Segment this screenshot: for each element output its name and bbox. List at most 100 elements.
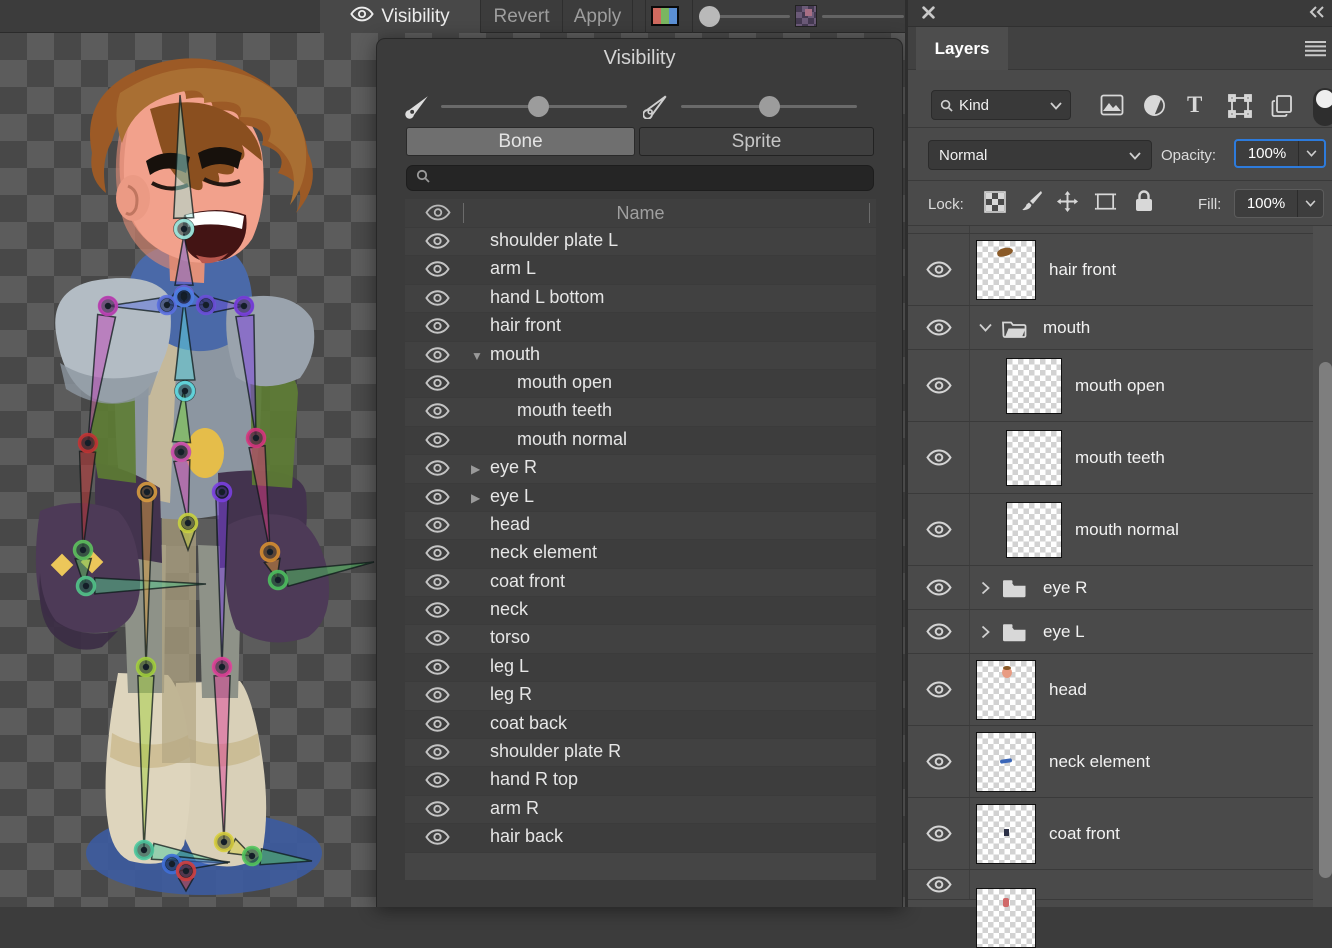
search-input[interactable]: [406, 165, 874, 191]
lock-pixels-brush-icon[interactable]: [1021, 190, 1043, 217]
layer-visibility-toggle[interactable]: [908, 226, 970, 233]
layer-name[interactable]: eye R: [1043, 578, 1087, 598]
bone-opacity-slider-knob[interactable]: [528, 96, 549, 117]
layer-name[interactable]: mouth: [1043, 318, 1090, 338]
visibility-row[interactable]: ▶eye R: [405, 455, 876, 482]
eye-visibility-toggle[interactable]: [425, 687, 451, 705]
visibility-row[interactable]: leg L: [405, 654, 876, 681]
layer-name[interactable]: eye L: [1043, 622, 1085, 642]
layer-name[interactable]: mouth open: [1075, 376, 1165, 396]
expander-closed-icon[interactable]: ▶: [471, 461, 487, 477]
layer-row[interactable]: coat front: [908, 798, 1313, 870]
panel-menu-icon[interactable]: [1304, 40, 1327, 62]
opacity-value[interactable]: 100%: [1236, 141, 1298, 166]
layer-visibility-toggle[interactable]: [908, 610, 970, 653]
blend-mode-dropdown[interactable]: Normal: [928, 140, 1152, 170]
eye-visibility-toggle[interactable]: [425, 602, 451, 620]
eye-visibility-toggle[interactable]: [425, 829, 451, 847]
eye-visibility-toggle[interactable]: [425, 432, 451, 450]
lock-all-icon[interactable]: [1134, 189, 1154, 218]
filter-smart-objects-icon[interactable]: [1271, 94, 1295, 118]
revert-button[interactable]: Revert: [481, 0, 562, 33]
apply-button[interactable]: Apply: [563, 0, 632, 33]
list-header[interactable]: Name: [405, 199, 876, 227]
layer-group-row[interactable]: eye R: [908, 566, 1313, 610]
visibility-row[interactable]: hand L bottom: [405, 285, 876, 312]
visibility-row[interactable]: neck: [405, 597, 876, 624]
fill-dropdown-arrow[interactable]: [1297, 190, 1323, 217]
visibility-row[interactable]: hair back: [405, 824, 876, 851]
layer-name[interactable]: neck element: [1049, 752, 1150, 772]
eye-visibility-toggle[interactable]: [425, 744, 451, 762]
eye-visibility-toggle[interactable]: [425, 489, 451, 507]
layer-name[interactable]: mouth normal: [1075, 520, 1179, 540]
eye-visibility-toggle[interactable]: [425, 545, 451, 563]
tab-bone[interactable]: Bone: [406, 127, 635, 156]
collapse-panel-icon[interactable]: [1308, 5, 1326, 24]
layer-row[interactable]: neck element: [908, 726, 1313, 798]
layer-visibility-toggle[interactable]: [908, 870, 970, 899]
layer-group-row[interactable]: eye L: [908, 610, 1313, 654]
layer-thumbnail[interactable]: [976, 804, 1036, 864]
visibility-tool-tab[interactable]: Visibility: [320, 0, 480, 33]
layer-visibility-toggle[interactable]: [908, 306, 970, 349]
group-collapsed-chevron-icon[interactable]: [978, 580, 993, 595]
visibility-row[interactable]: hand R top: [405, 767, 876, 794]
lock-transparency-icon[interactable]: [984, 191, 1006, 218]
visibility-row[interactable]: mouth teeth: [405, 398, 876, 425]
visibility-row[interactable]: coat back: [405, 711, 876, 738]
layer-group-row[interactable]: mouth: [908, 306, 1313, 350]
eye-visibility-toggle[interactable]: [425, 460, 451, 478]
layer-name[interactable]: head: [1049, 680, 1087, 700]
toolbar-slider-1-track[interactable]: [710, 15, 790, 18]
visibility-row[interactable]: torso: [405, 625, 876, 652]
layer-visibility-toggle[interactable]: [908, 726, 970, 797]
layer-name[interactable]: hair front: [1049, 260, 1116, 280]
visibility-row[interactable]: ▶eye L: [405, 484, 876, 511]
layer-thumbnail[interactable]: [976, 660, 1036, 720]
opacity-input[interactable]: 100%: [1234, 139, 1326, 168]
fill-input[interactable]: 100%: [1234, 189, 1324, 218]
filter-pixel-layers-icon[interactable]: [1100, 94, 1124, 118]
eye-visibility-toggle[interactable]: [425, 290, 451, 308]
tab-layers[interactable]: Layers: [916, 27, 1008, 70]
eye-visibility-toggle[interactable]: [425, 233, 451, 251]
layer-visibility-toggle[interactable]: [908, 654, 970, 725]
pattern-swatch[interactable]: [795, 5, 817, 27]
eye-visibility-toggle[interactable]: [425, 347, 451, 365]
fill-value[interactable]: 100%: [1235, 190, 1297, 217]
layer-row[interactable]: mouth teeth: [908, 422, 1313, 494]
layer-row[interactable]: mouth normal: [908, 494, 1313, 566]
layer-visibility-toggle[interactable]: [908, 494, 970, 565]
eye-visibility-toggle[interactable]: [425, 772, 451, 790]
eye-visibility-toggle[interactable]: [425, 375, 451, 393]
visibility-row[interactable]: head: [405, 512, 876, 539]
tab-sprite[interactable]: Sprite: [639, 127, 874, 156]
visibility-row[interactable]: hair front: [405, 313, 876, 340]
layer-thumbnail[interactable]: [1006, 502, 1062, 558]
eye-visibility-toggle[interactable]: [425, 261, 451, 279]
eye-visibility-toggle[interactable]: [425, 517, 451, 535]
filter-kind-dropdown[interactable]: Kind: [931, 90, 1071, 120]
visibility-row[interactable]: mouth open: [405, 370, 876, 397]
visibility-row[interactable]: ▼mouth: [405, 342, 876, 369]
layer-name[interactable]: mouth teeth: [1075, 448, 1165, 468]
layer-thumbnail[interactable]: [976, 888, 1036, 948]
color-swatch[interactable]: [651, 6, 679, 26]
layer-thumbnail[interactable]: [1006, 358, 1062, 414]
eye-visibility-toggle[interactable]: [425, 403, 451, 421]
visibility-row[interactable]: neck element: [405, 540, 876, 567]
lock-artboard-icon[interactable]: [1094, 191, 1117, 218]
visibility-row[interactable]: arm L: [405, 256, 876, 283]
eye-visibility-toggle[interactable]: [425, 801, 451, 819]
lock-position-icon[interactable]: [1056, 190, 1079, 218]
filter-type-layers-icon[interactable]: T: [1187, 92, 1211, 116]
eye-visibility-toggle[interactable]: [425, 574, 451, 592]
layer-visibility-toggle[interactable]: [908, 566, 970, 609]
visibility-row[interactable]: arm R: [405, 796, 876, 823]
filter-toggle-switch[interactable]: [1313, 88, 1332, 126]
layer-visibility-toggle[interactable]: [908, 798, 970, 869]
layer-row[interactable]: head: [908, 654, 1313, 726]
group-expanded-chevron-icon[interactable]: [978, 320, 993, 335]
visibility-row[interactable]: shoulder plate L: [405, 228, 876, 255]
